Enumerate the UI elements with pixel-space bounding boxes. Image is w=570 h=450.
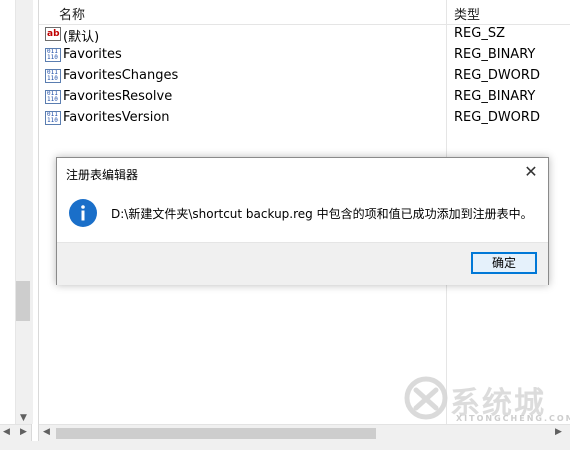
tree-vertical-scrollbar[interactable] <box>15 0 33 424</box>
list-item[interactable]: 011 110 Favorites REG_BINARY <box>39 45 570 66</box>
value-type: REG_BINARY <box>454 47 536 62</box>
dialog-message: D:\新建文件夹\shortcut backup.reg 中包含的项和值已成功添… <box>111 207 533 221</box>
value-type: REG_DWORD <box>454 68 540 83</box>
tree-scrollbar-thumb[interactable] <box>16 281 30 321</box>
dialog-title: 注册表编辑器 <box>66 168 139 182</box>
watermark-subtext: XITONGCHENG.COM <box>456 414 570 423</box>
value-name: (默认) <box>63 30 100 45</box>
scroll-left-icon[interactable]: ◀ <box>43 427 50 437</box>
column-header-name[interactable]: 名称 <box>59 4 85 23</box>
binary-value-icon: 011 110 <box>45 69 61 83</box>
tree-horizontal-scrollbar[interactable]: ◀ ▶ <box>0 424 31 442</box>
status-strip <box>0 441 570 450</box>
tree-scroll-down-icon[interactable]: ▼ <box>15 412 32 424</box>
close-icon[interactable]: ✕ <box>522 163 540 181</box>
tree-scroll-right-icon[interactable]: ▶ <box>20 427 27 437</box>
values-list: ab (默认) REG_SZ 011 110 Favorites REG_BINA… <box>39 24 570 129</box>
value-type: REG_SZ <box>454 26 505 41</box>
string-value-icon: ab <box>45 27 61 41</box>
watermark-logo-icon <box>404 376 448 420</box>
value-name: Favorites <box>63 47 122 62</box>
list-header: 名称 类型 <box>39 0 570 25</box>
list-item[interactable]: ab (默认) REG_SZ <box>39 24 570 45</box>
list-item[interactable]: 011 110 FavoritesResolve REG_BINARY <box>39 87 570 108</box>
horizontal-scrollbar-thumb[interactable] <box>56 428 376 439</box>
message-dialog: 注册表编辑器 ✕ D:\新建文件夹\shortcut backup.reg 中包… <box>56 157 549 285</box>
list-item[interactable]: 011 110 FavoritesVersion REG_DWORD <box>39 108 570 129</box>
value-type: REG_BINARY <box>454 89 536 104</box>
watermark: 系统城 XITONGCHENG.COM <box>400 372 570 432</box>
tree-scroll-left-icon[interactable]: ◀ <box>3 427 10 437</box>
binary-value-icon: 011 110 <box>45 111 61 125</box>
value-name: FavoritesChanges <box>63 68 179 83</box>
dialog-footer: 确定 <box>57 242 548 285</box>
info-icon <box>69 199 97 227</box>
value-type: REG_DWORD <box>454 110 540 125</box>
value-name: FavoritesResolve <box>63 89 173 104</box>
ok-button[interactable]: 确定 <box>471 252 537 274</box>
list-item[interactable]: 011 110 FavoritesChanges REG_DWORD <box>39 66 570 87</box>
binary-value-icon: 011 110 <box>45 48 61 62</box>
value-name: FavoritesVersion <box>63 110 170 125</box>
column-header-type[interactable]: 类型 <box>454 4 480 23</box>
binary-value-icon: 011 110 <box>45 90 61 104</box>
